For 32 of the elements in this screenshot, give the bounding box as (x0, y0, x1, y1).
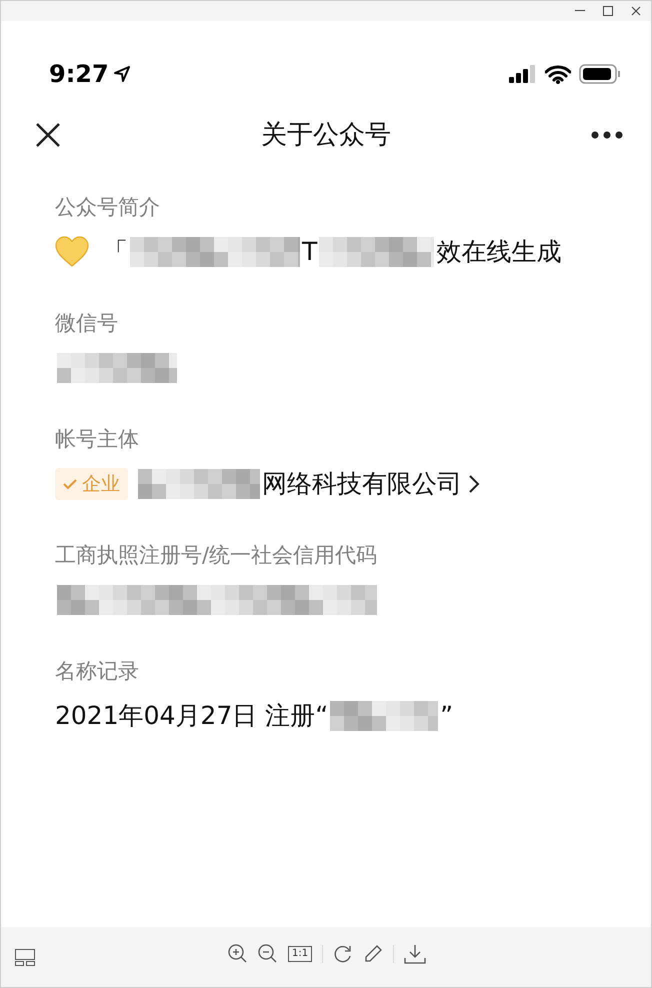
close-icon[interactable] (631, 6, 641, 16)
wifi-icon (545, 64, 571, 84)
field-value: 「 (103, 236, 128, 268)
panel-layout-icon[interactable] (15, 948, 35, 966)
heart-icon (55, 236, 89, 268)
enterprise-badge: 企业 (55, 468, 128, 500)
chevron-right-icon[interactable] (468, 474, 480, 494)
field-value: T (302, 236, 318, 268)
field-value: 效在线生成 (436, 236, 562, 268)
field-label: 工商执照注册号/统一社会信用代码 (55, 542, 378, 569)
page-title: 关于公众号 (261, 118, 391, 152)
download-icon[interactable] (404, 944, 426, 964)
field-value: 2021年04月27日 注册“ (55, 700, 328, 732)
field-label: 公众号简介 (55, 194, 161, 221)
battery-icon (579, 64, 621, 84)
field-value: 网络科技有限公司 (262, 468, 462, 500)
field-label: 帐号主体 (55, 426, 140, 453)
minimize-icon[interactable] (575, 10, 585, 12)
rotate-icon[interactable] (333, 944, 354, 964)
location-arrow-icon (112, 65, 131, 83)
field-value: ” (440, 700, 454, 732)
pencil-icon[interactable] (363, 944, 384, 964)
zoom-in-icon[interactable] (228, 944, 248, 964)
close-icon[interactable] (35, 122, 61, 148)
field-label: 名称记录 (55, 658, 140, 685)
signal-icon (509, 65, 537, 83)
status-time: 9:27 (49, 59, 109, 90)
actual-size-button[interactable]: 1:1 (288, 946, 312, 962)
field-label: 微信号 (55, 310, 119, 337)
maximize-icon[interactable] (603, 6, 613, 16)
zoom-out-icon[interactable] (258, 944, 278, 964)
more-icon[interactable] (591, 131, 623, 139)
